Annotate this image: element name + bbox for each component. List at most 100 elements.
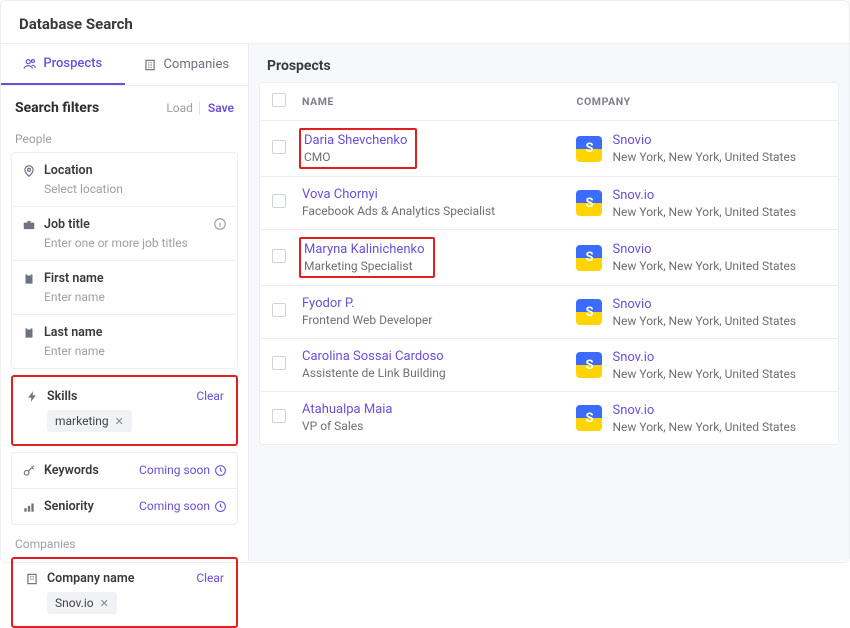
key-icon bbox=[22, 464, 36, 478]
filter-location[interactable]: Location Select location bbox=[12, 153, 237, 206]
chip-label: marketing bbox=[55, 414, 109, 428]
clear-button[interactable]: Clear bbox=[196, 389, 224, 403]
filter-label: Job title bbox=[44, 217, 90, 232]
filter-label: Last name bbox=[44, 325, 102, 340]
level-icon bbox=[22, 500, 36, 514]
select-all-checkbox[interactable] bbox=[272, 93, 286, 107]
company-chip[interactable]: Snov.io ✕ bbox=[47, 592, 117, 614]
company-logo: S bbox=[576, 405, 602, 431]
briefcase-icon bbox=[22, 218, 36, 232]
building-icon bbox=[143, 58, 157, 72]
row-checkbox[interactable] bbox=[272, 303, 286, 317]
filter-placeholder: Enter one or more job titles bbox=[44, 236, 227, 250]
prospect-name-link[interactable]: Vova Chornyi bbox=[302, 187, 495, 202]
people-section-label: People bbox=[1, 126, 248, 152]
tab-companies[interactable]: Companies bbox=[125, 44, 249, 85]
prospect-title: CMO bbox=[304, 150, 407, 164]
sidebar-tabs: Prospects Companies bbox=[1, 44, 248, 86]
coming-soon-badge: Coming soon bbox=[139, 463, 227, 477]
filter-seniority: Seniority Coming soon bbox=[12, 488, 237, 524]
prospects-table: NAME COMPANY Daria Shevchenko CMO S Snovio N… bbox=[259, 82, 839, 445]
app-header: Database Search bbox=[1, 1, 849, 44]
chip-remove-icon[interactable]: ✕ bbox=[115, 415, 124, 428]
row-checkbox[interactable] bbox=[272, 140, 286, 154]
table-row[interactable]: Daria Shevchenko CMO S Snovio New York, New … bbox=[260, 121, 838, 177]
company-name-link[interactable]: Snov.io bbox=[612, 403, 796, 418]
clock-icon bbox=[214, 464, 227, 477]
filter-label: Location bbox=[44, 163, 93, 178]
company-name-link[interactable]: Snov.io bbox=[612, 188, 796, 203]
filter-last-name[interactable]: Last name Enter name bbox=[12, 314, 237, 368]
table-row[interactable]: Vova ChornyiFacebook Ads & Analytics Spe… bbox=[260, 177, 838, 230]
prospect-name-link[interactable]: Atahualpa Maia bbox=[302, 402, 393, 417]
company-logo: S bbox=[576, 299, 602, 325]
company-location: New York, New York, United States bbox=[612, 314, 796, 328]
company-name-link[interactable]: Snovio bbox=[612, 297, 796, 312]
table-row[interactable]: Fyodor P. Frontend Web Developer S Snovio Ne… bbox=[260, 286, 838, 339]
filter-placeholder: Select location bbox=[44, 182, 227, 196]
company-name-link[interactable]: Snov.io bbox=[612, 350, 796, 365]
tab-label: Prospects bbox=[43, 56, 102, 71]
filter-first-name[interactable]: First name Enter name bbox=[12, 260, 237, 314]
column-name: NAME bbox=[302, 95, 576, 108]
prospect-name-link[interactable]: Fyodor P. bbox=[302, 296, 432, 311]
row-checkbox[interactable] bbox=[272, 409, 286, 423]
load-button[interactable]: Load bbox=[166, 101, 193, 115]
location-icon bbox=[22, 164, 36, 178]
company-name-link[interactable]: Snovio bbox=[612, 242, 796, 257]
company-logo: S bbox=[576, 136, 602, 162]
clear-button[interactable]: Clear bbox=[196, 571, 224, 585]
table-row[interactable]: Atahualpa Maia VP of Sales S Snov.io New Yor… bbox=[260, 392, 838, 444]
company-location: New York, New York, United States bbox=[612, 259, 796, 273]
company-location: New York, New York, United States bbox=[612, 205, 796, 219]
main-panel: Prospects NAME COMPANY Daria Shevchenko C… bbox=[249, 44, 849, 561]
row-checkbox[interactable] bbox=[272, 356, 286, 370]
filter-keywords: Keywords Coming soon bbox=[12, 453, 237, 488]
filter-placeholder: Enter name bbox=[44, 344, 227, 358]
prospect-title: Assistente de Link Building bbox=[302, 366, 446, 380]
company-logo: S bbox=[576, 352, 602, 378]
row-checkbox[interactable] bbox=[272, 249, 286, 263]
filter-job-title[interactable]: Job title Enter one or more job titles bbox=[12, 206, 237, 260]
building-icon bbox=[25, 572, 39, 586]
prospect-title: Marketing Specialist bbox=[304, 259, 425, 273]
main-title: Prospects bbox=[267, 58, 831, 74]
chip-remove-icon[interactable]: ✕ bbox=[100, 597, 109, 610]
company-logo: S bbox=[576, 190, 602, 216]
coming-soon-badge: Coming soon bbox=[139, 499, 227, 513]
filter-skills-highlight: Skills Clear marketing ✕ bbox=[11, 375, 238, 446]
row-checkbox[interactable] bbox=[272, 194, 286, 208]
prospect-name-link[interactable]: Maryna Kalinichenko bbox=[304, 242, 425, 257]
filter-skills[interactable]: Skills Clear marketing ✕ bbox=[15, 379, 234, 442]
company-location: New York, New York, United States bbox=[612, 150, 796, 164]
info-icon[interactable] bbox=[213, 217, 227, 231]
skills-chip[interactable]: marketing ✕ bbox=[47, 410, 132, 432]
filter-label: First name bbox=[44, 271, 104, 286]
company-name-link[interactable]: Snovio bbox=[612, 133, 796, 148]
table-header: NAME COMPANY bbox=[260, 83, 838, 121]
filter-company-name[interactable]: Company name Clear Snov.io ✕ bbox=[15, 561, 234, 624]
chip-label: Snov.io bbox=[55, 596, 94, 610]
prospect-title: Frontend Web Developer bbox=[302, 313, 432, 327]
column-company: COMPANY bbox=[576, 95, 826, 108]
filter-placeholder: Enter name bbox=[44, 290, 227, 304]
company-location: New York, New York, United States bbox=[612, 420, 796, 434]
prospect-name-link[interactable]: Carolina Sossai Cardoso bbox=[302, 349, 446, 364]
table-row[interactable]: Carolina Sossai Cardoso Assistente de Lin… bbox=[260, 339, 838, 392]
page-title: Database Search bbox=[19, 15, 831, 33]
filters-title: Search filters bbox=[15, 100, 99, 116]
save-button[interactable]: Save bbox=[199, 101, 234, 115]
company-logo: S bbox=[576, 245, 602, 271]
filter-label: Keywords bbox=[44, 463, 99, 478]
tab-prospects[interactable]: Prospects bbox=[1, 44, 125, 85]
clipboard-icon bbox=[22, 272, 36, 286]
people-icon bbox=[23, 57, 37, 71]
prospect-title: VP of Sales bbox=[302, 419, 393, 433]
filter-label: Company name bbox=[47, 571, 134, 586]
people-filter-group-2: Keywords Coming soon Seniority Coming so… bbox=[11, 452, 238, 525]
sidebar: Prospects Companies Search filters Load … bbox=[1, 44, 249, 561]
bolt-icon bbox=[25, 390, 39, 404]
prospect-name-link[interactable]: Daria Shevchenko bbox=[304, 133, 407, 148]
table-row[interactable]: Maryna Kalinichenko Marketing Specialist S… bbox=[260, 230, 838, 286]
filters-header: Search filters Load Save bbox=[1, 86, 248, 126]
